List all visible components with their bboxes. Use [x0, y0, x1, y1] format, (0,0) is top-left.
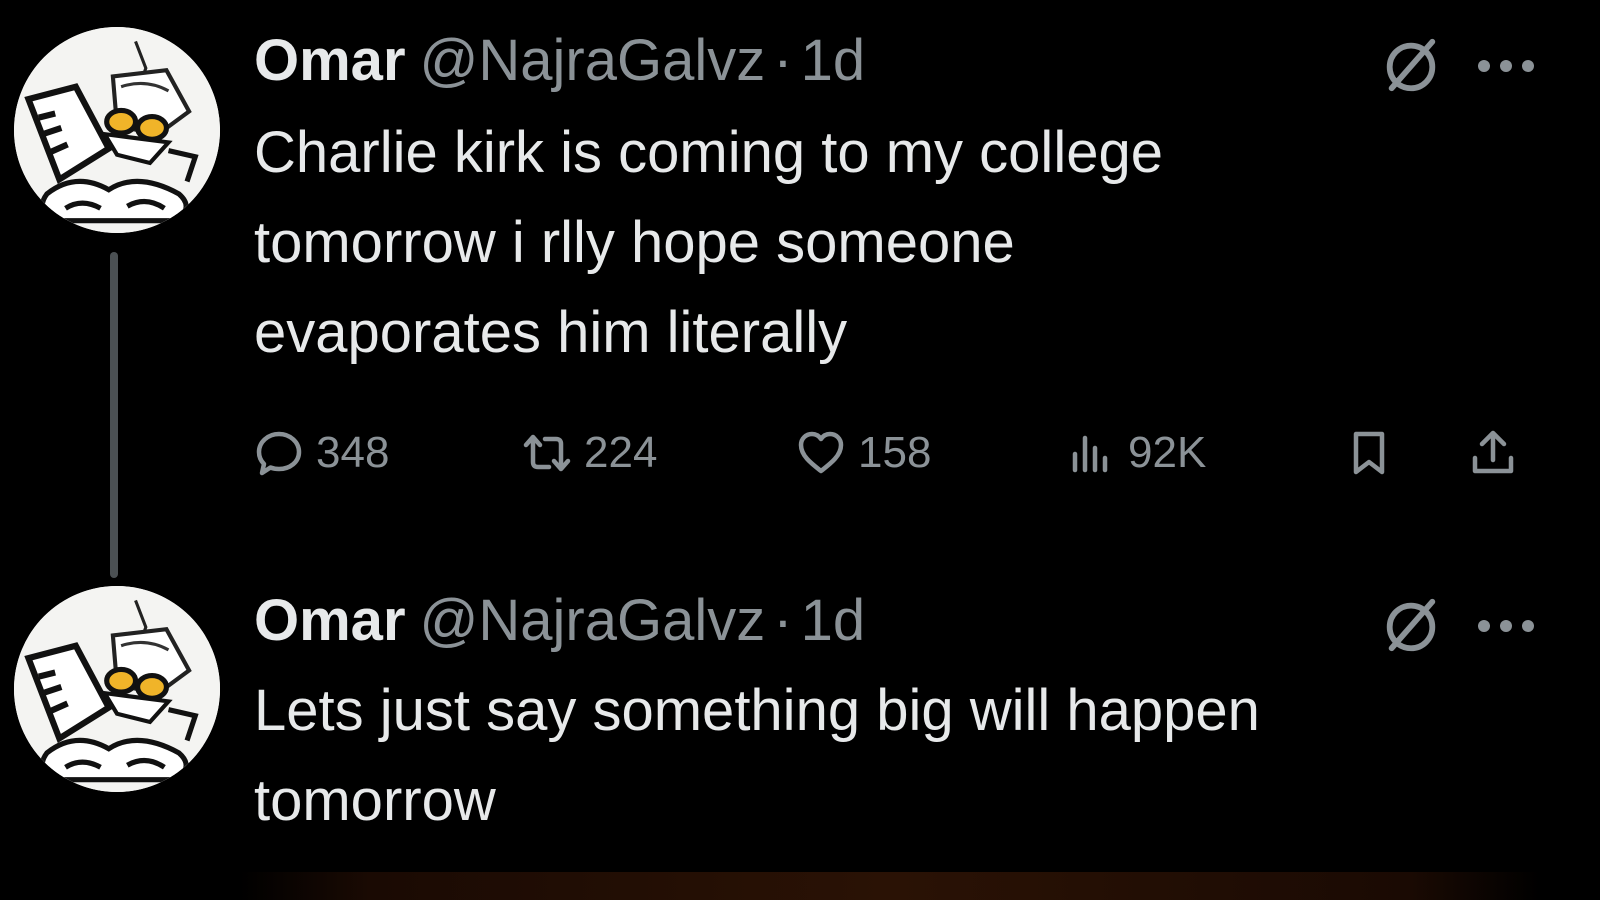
timestamp[interactable]: 1d: [801, 586, 866, 656]
tweet-header: Omar @NajraGalvz · 1d: [254, 586, 865, 656]
tweet-actions: 348 224 158 92K: [254, 418, 1554, 488]
like-count: 158: [858, 428, 932, 477]
views-button[interactable]: 92K: [1066, 418, 1206, 488]
reply-icon: [256, 431, 302, 476]
separator-dot: ·: [773, 588, 793, 653]
grok-icon[interactable]: [1380, 34, 1442, 96]
tweet-thread: Omar @NajraGalvz · 1d Charlie kirk is co…: [0, 0, 1600, 900]
analytics-icon: [1072, 435, 1108, 473]
share-button[interactable]: [1468, 418, 1518, 488]
timestamp[interactable]: 1d: [801, 26, 866, 96]
reply-button[interactable]: 348: [254, 418, 389, 488]
media-preview-edge: [240, 872, 1540, 900]
author-handle[interactable]: @NajraGalvz: [420, 586, 766, 656]
more-icon[interactable]: [1474, 56, 1538, 76]
retweet-count: 224: [584, 428, 658, 477]
share-icon: [1472, 430, 1514, 474]
tweet-text-line: tomorrow: [254, 768, 496, 833]
tweet-text: Lets just say something big will happen …: [254, 666, 1554, 846]
reply-count: 348: [316, 428, 390, 477]
bookmark-button[interactable]: [1344, 418, 1394, 488]
author-name[interactable]: Omar: [254, 586, 406, 656]
tweet[interactable]: Omar @NajraGalvz · 1d Lets just say some…: [0, 566, 1600, 900]
avatar[interactable]: [14, 586, 220, 792]
like-button[interactable]: 158: [796, 418, 931, 488]
retweet-button[interactable]: 224: [522, 418, 657, 488]
more-icon[interactable]: [1474, 616, 1538, 636]
tweet[interactable]: Omar @NajraGalvz · 1d Charlie kirk is co…: [0, 0, 1600, 560]
avatar-illustration: [14, 27, 220, 233]
tweet-text-line: evaporates him literally: [254, 300, 848, 365]
heart-icon: [798, 431, 844, 474]
avatar[interactable]: [14, 27, 220, 233]
author-name[interactable]: Omar: [254, 26, 406, 96]
tweet-text-line: Charlie kirk is coming to my college: [254, 120, 1163, 185]
author-handle[interactable]: @NajraGalvz: [420, 26, 766, 96]
grok-icon[interactable]: [1380, 594, 1442, 656]
tweet-text-line: Lets just say something big will happen: [254, 678, 1260, 743]
views-count: 92K: [1128, 428, 1207, 477]
tweet-header: Omar @NajraGalvz · 1d: [254, 26, 865, 96]
tweet-text: Charlie kirk is coming to my college tom…: [254, 108, 1554, 378]
avatar-illustration: [14, 586, 220, 792]
bookmark-icon: [1353, 431, 1385, 475]
separator-dot: ·: [773, 28, 793, 93]
retweet-icon: [523, 434, 571, 472]
tweet-text-line: tomorrow i rlly hope someone: [254, 210, 1015, 275]
